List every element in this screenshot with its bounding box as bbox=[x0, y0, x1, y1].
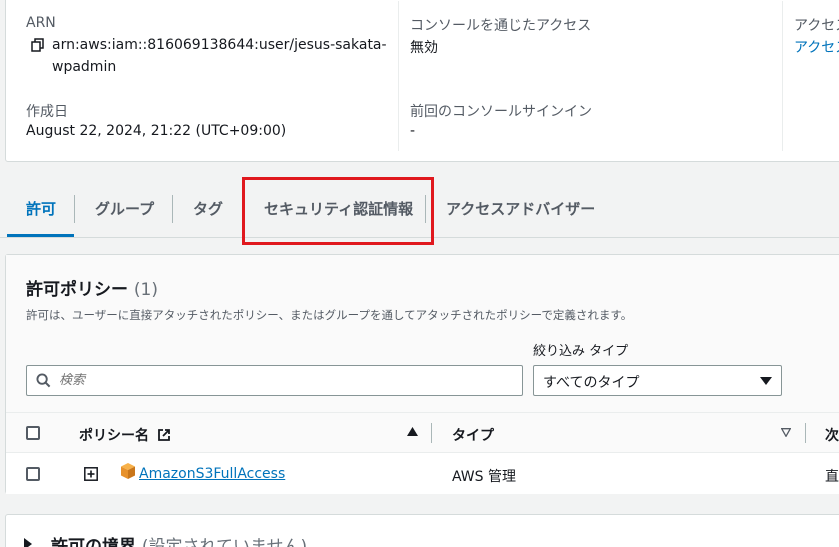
search-input[interactable] bbox=[59, 366, 514, 395]
sort-icon[interactable] bbox=[781, 428, 791, 437]
policy-name-link[interactable]: AmazonS3FullAccess bbox=[139, 466, 285, 482]
boundary-title-text: 許可の境界 bbox=[51, 537, 136, 547]
caret-right-icon bbox=[24, 538, 32, 547]
column-header-next[interactable]: 次 bbox=[825, 425, 839, 445]
permissions-policies-panel: 許可ポリシー (1) 許可は、ユーザーに直接アタッチされたポリシー、またはグルー… bbox=[5, 254, 839, 494]
boundary-status: (設定されていません) bbox=[141, 537, 308, 547]
highlight-box bbox=[242, 177, 434, 245]
console-access-label: コンソールを通じたアクセス bbox=[410, 18, 592, 34]
column-divider bbox=[398, 1, 399, 151]
arn-label: ARN bbox=[26, 15, 56, 31]
permissions-boundary-panel[interactable]: 許可の境界 (設定されていません) bbox=[5, 514, 839, 547]
expand-icon[interactable] bbox=[84, 467, 98, 481]
boundary-title: 許可の境界 (設定されていません) bbox=[51, 532, 307, 547]
column-header-type[interactable]: タイプ bbox=[452, 425, 494, 445]
access-key-label: アクセス bbox=[794, 18, 839, 34]
created-value: August 22, 2024, 21:22 (UTC+09:00) bbox=[26, 123, 287, 139]
panel-description: 許可は、ユーザーに直接アタッチされたポリシー、またはグループを通してアタッチされ… bbox=[26, 308, 633, 322]
access-key-link[interactable]: アクセス bbox=[794, 37, 839, 57]
column-header-policy-name-label: ポリシー名 bbox=[79, 428, 149, 444]
table-header: ポリシー名 タイプ 次 bbox=[6, 413, 839, 453]
caret-down-icon bbox=[760, 377, 772, 385]
active-tab-indicator bbox=[7, 234, 74, 237]
panel-title-text: 許可ポリシー bbox=[26, 280, 128, 300]
console-access-value: 無効 bbox=[410, 40, 438, 56]
policy-next-column-value: 直 bbox=[825, 469, 839, 485]
arn-value-line2: wpadmin bbox=[52, 59, 117, 75]
search-icon bbox=[36, 373, 51, 388]
aws-managed-policy-icon bbox=[121, 463, 135, 479]
user-summary-card: ARN arn:aws:iam::816069138644:user/jesus… bbox=[5, 0, 839, 162]
select-all-checkbox[interactable] bbox=[26, 426, 40, 440]
column-header-policy-name[interactable]: ポリシー名 bbox=[79, 425, 171, 445]
table-row: AmazonS3FullAccess AWS 管理 直 bbox=[6, 454, 839, 494]
tab-access-advisor[interactable]: アクセスアドバイザー bbox=[446, 180, 595, 237]
tab-groups[interactable]: グループ bbox=[95, 180, 154, 237]
column-divider bbox=[782, 1, 783, 151]
policy-count: (1) bbox=[133, 280, 159, 300]
tab-divider bbox=[74, 195, 75, 223]
external-link-icon bbox=[157, 429, 170, 441]
policy-type: AWS 管理 bbox=[452, 469, 516, 485]
created-label: 作成日 bbox=[26, 104, 68, 120]
column-divider bbox=[431, 423, 432, 443]
filter-type-label: 絞り込み タイプ bbox=[533, 344, 629, 359]
filter-type-select[interactable]: すべてのタイプ bbox=[533, 365, 782, 396]
copy-icon[interactable] bbox=[30, 37, 46, 53]
tab-permissions[interactable]: 許可 bbox=[26, 180, 56, 237]
search-box bbox=[26, 365, 523, 396]
tab-tags[interactable]: タグ bbox=[193, 180, 223, 237]
panel-header: 許可ポリシー (1) 許可は、ユーザーに直接アタッチされたポリシー、またはグルー… bbox=[6, 255, 839, 413]
column-divider bbox=[805, 423, 806, 443]
last-signin-value: - bbox=[410, 123, 416, 139]
last-signin-label: 前回のコンソールサインイン bbox=[410, 104, 592, 120]
filter-type-value: すべてのタイプ bbox=[543, 375, 640, 391]
tab-divider bbox=[172, 195, 173, 223]
panel-title: 許可ポリシー (1) bbox=[26, 275, 158, 300]
arn-value-line1: arn:aws:iam::816069138644:user/jesus-sak… bbox=[52, 37, 387, 53]
sort-ascending-icon[interactable] bbox=[407, 427, 418, 436]
row-checkbox[interactable] bbox=[26, 467, 40, 481]
